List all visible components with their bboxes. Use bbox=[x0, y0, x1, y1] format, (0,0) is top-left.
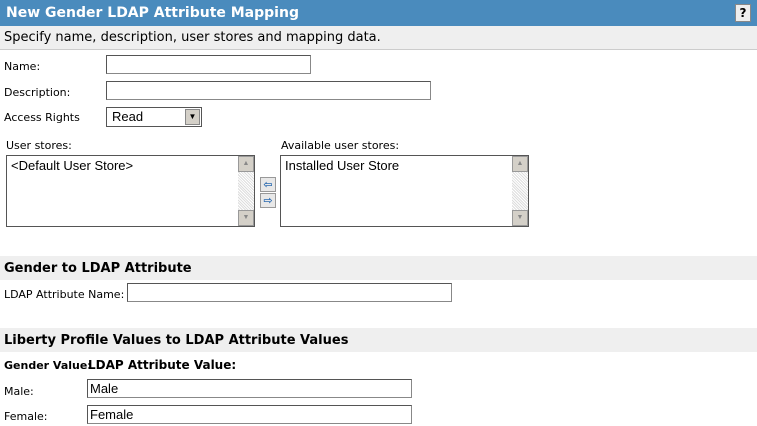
scroll-down-icon[interactable]: ▼ bbox=[238, 210, 254, 226]
chevron-down-icon[interactable]: ▼ bbox=[185, 109, 200, 125]
available-stores-list[interactable]: Installed User Store ▲ ▼ bbox=[280, 155, 529, 227]
male-label: Male: bbox=[4, 385, 34, 398]
access-rights-label: Access Rights bbox=[4, 111, 80, 124]
female-label: Female: bbox=[4, 410, 48, 423]
access-rights-value: Read bbox=[112, 109, 144, 124]
name-input[interactable] bbox=[106, 55, 311, 74]
liberty-section-title: Liberty Profile Values to LDAP Attribute… bbox=[0, 328, 757, 352]
available-stores-label: Available user stores: bbox=[281, 139, 400, 152]
dialog-title: New Gender LDAP Attribute Mapping bbox=[6, 5, 299, 21]
list-item[interactable]: <Default User Store> bbox=[7, 156, 254, 175]
move-right-button[interactable]: ⇨ bbox=[260, 193, 276, 208]
user-stores-list[interactable]: <Default User Store> ▲ ▼ bbox=[6, 155, 255, 227]
ldap-value-header: LDAP Attribute Value: bbox=[88, 358, 237, 372]
gender-section-title: Gender to LDAP Attribute bbox=[0, 256, 757, 280]
name-label: Name: bbox=[4, 60, 41, 73]
ldap-attribute-name-input[interactable] bbox=[127, 283, 452, 302]
scroll-down-icon[interactable]: ▼ bbox=[512, 210, 528, 226]
move-left-button[interactable]: ⇦ bbox=[260, 177, 276, 192]
ldap-attribute-name-label: LDAP Attribute Name: bbox=[4, 288, 125, 301]
user-stores-label: User stores: bbox=[6, 139, 72, 152]
access-rights-select[interactable]: Read ▼ bbox=[106, 107, 202, 127]
help-button[interactable]: ? bbox=[735, 4, 751, 22]
scroll-up-icon[interactable]: ▲ bbox=[512, 156, 528, 172]
description-input[interactable] bbox=[106, 81, 431, 100]
instructions: Specify name, description, user stores a… bbox=[0, 26, 757, 50]
male-value-input[interactable] bbox=[87, 379, 412, 398]
description-label: Description: bbox=[4, 86, 71, 99]
dialog-header: New Gender LDAP Attribute Mapping bbox=[0, 0, 757, 26]
scrollbar[interactable]: ▲ ▼ bbox=[512, 156, 528, 226]
scrollbar[interactable]: ▲ ▼ bbox=[238, 156, 254, 226]
female-value-input[interactable] bbox=[87, 405, 412, 424]
list-item[interactable]: Installed User Store bbox=[281, 156, 528, 175]
scroll-up-icon[interactable]: ▲ bbox=[238, 156, 254, 172]
instructions-text: Specify name, description, user stores a… bbox=[4, 30, 381, 45]
gender-value-header: Gender Value: bbox=[4, 359, 92, 372]
